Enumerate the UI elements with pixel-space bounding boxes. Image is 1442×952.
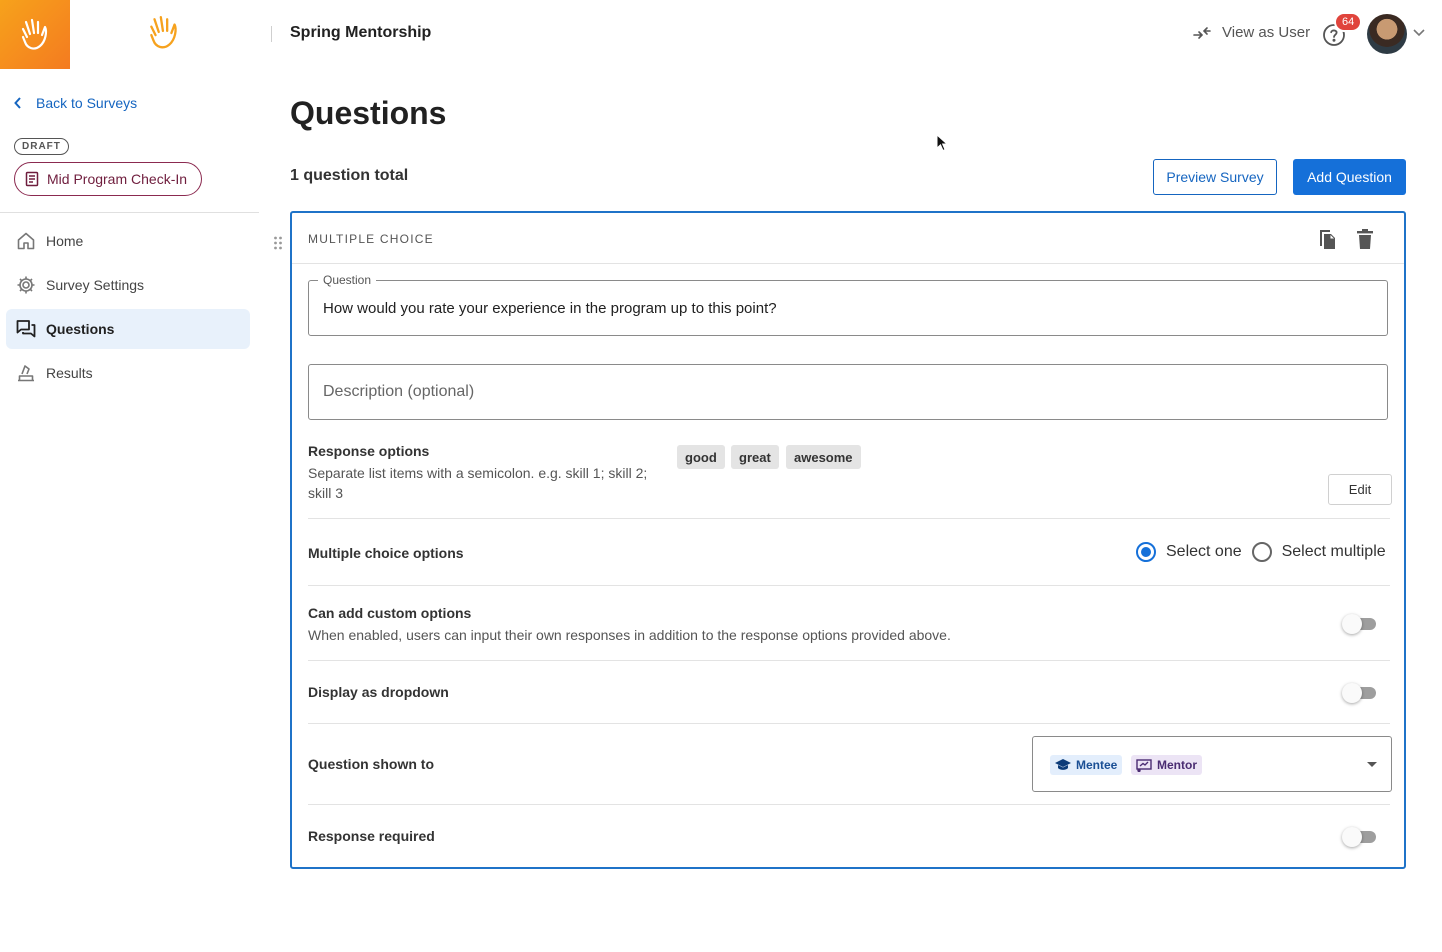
response-option-tag: great	[731, 445, 779, 469]
app-logo-tile[interactable]	[0, 0, 70, 69]
presentation-icon	[1136, 758, 1152, 772]
notification-badge: 64	[1334, 12, 1363, 32]
results-icon	[18, 365, 34, 382]
response-option-tag: awesome	[786, 445, 861, 469]
sidebar-item-label: Survey Settings	[46, 277, 145, 293]
mc-options-title: Multiple choice options	[308, 545, 464, 561]
edit-options-button[interactable]: Edit	[1328, 474, 1392, 505]
sidebar-item-label: Results	[46, 365, 93, 381]
switch-arrows-icon	[1193, 26, 1211, 39]
custom-options-toggle[interactable]	[1342, 614, 1378, 634]
sidebar-item-label: Home	[46, 233, 84, 249]
sidebar-item-survey-settings[interactable]: Survey Settings	[6, 265, 250, 305]
brand-hand-logo	[150, 16, 177, 49]
divider	[308, 660, 1390, 661]
program-name: Spring Mentorship	[290, 24, 432, 41]
custom-options-hint: When enabled, users can input their own …	[308, 627, 951, 643]
question-count: 1 question total	[290, 167, 409, 184]
response-options-hint: Separate list items with a semicolon. e.…	[308, 465, 648, 501]
question-card-header: MULTIPLE CHOICE	[292, 213, 1404, 264]
select-one-radio[interactable]	[1136, 542, 1156, 562]
view-as-user-label: View as User	[1222, 24, 1311, 41]
display-dropdown-title: Display as dropdown	[308, 684, 449, 700]
question-field-label: Question	[318, 273, 377, 287]
status-badge: DRAFT	[14, 138, 69, 155]
divider	[308, 518, 1390, 519]
select-multiple-option[interactable]: Select multiple	[1251, 542, 1386, 562]
role-chip-mentor: Mentor	[1131, 755, 1202, 775]
select-multiple-radio[interactable]	[1251, 542, 1272, 562]
back-to-surveys-link[interactable]: Back to Surveys	[14, 95, 137, 111]
shown-to-title: Question shown to	[308, 756, 434, 772]
shown-to-select[interactable]: Mentee Mentor	[1032, 736, 1392, 792]
copy-icon[interactable]	[1316, 227, 1338, 251]
custom-options-title: Can add custom options	[308, 605, 472, 621]
sidebar-item-home[interactable]: Home	[6, 221, 250, 261]
select-one-label: Select one	[1166, 543, 1242, 560]
selection-mode-radio-group: Select one Select multiple	[1136, 542, 1386, 562]
survey-name: Mid Program Check-In	[47, 171, 188, 187]
drag-handle-icon[interactable]	[273, 236, 283, 250]
select-multiple-label: Select multiple	[1281, 543, 1386, 560]
display-dropdown-toggle[interactable]	[1342, 683, 1378, 703]
page-title: Questions	[290, 95, 447, 131]
preview-survey-button[interactable]: Preview Survey	[1153, 159, 1277, 195]
waving-hand-icon	[21, 18, 48, 50]
select-one-option[interactable]: Select one	[1136, 542, 1242, 562]
add-question-button[interactable]: Add Question	[1293, 159, 1406, 195]
question-text-field[interactable]: Question How would you rate your experie…	[308, 273, 1388, 336]
avatar[interactable]	[1367, 14, 1407, 54]
document-icon	[25, 171, 39, 187]
description-placeholder: Description (optional)	[323, 383, 475, 400]
sidebar-divider	[0, 212, 259, 213]
caret-down-icon[interactable]	[1367, 762, 1377, 767]
description-field[interactable]: Description (optional)	[308, 364, 1388, 420]
view-as-user-button[interactable]: View as User	[1192, 24, 1310, 41]
response-option-tag: good	[677, 445, 725, 469]
chevron-left-icon	[14, 97, 21, 109]
role-chip-label: Mentee	[1076, 758, 1118, 772]
sidebar-item-questions[interactable]: Questions	[6, 309, 250, 349]
header-divider	[271, 26, 272, 42]
question-text-value: How would you rate your experience in th…	[323, 300, 777, 317]
back-label: Back to Surveys	[36, 95, 138, 111]
role-chip-mentee: Mentee	[1050, 755, 1123, 775]
survey-name-pill[interactable]: Mid Program Check-In	[14, 162, 203, 196]
mouse-cursor-icon	[936, 134, 948, 152]
divider	[308, 723, 1390, 724]
question-card: MULTIPLE CHOICE Question How would you r…	[290, 211, 1406, 869]
divider	[308, 804, 1390, 805]
question-type-label: MULTIPLE CHOICE	[308, 232, 434, 246]
questions-icon	[16, 320, 36, 338]
response-options-title: Response options	[308, 443, 430, 459]
home-icon	[17, 232, 35, 250]
sidebar-item-results[interactable]: Results	[6, 353, 250, 393]
role-chip-label: Mentor	[1157, 758, 1197, 772]
response-required-title: Response required	[308, 828, 435, 844]
chevron-down-icon[interactable]	[1412, 28, 1426, 38]
response-required-toggle[interactable]	[1342, 827, 1378, 847]
gear-icon	[17, 276, 35, 294]
sidebar-item-label: Questions	[46, 321, 115, 337]
divider	[308, 585, 1390, 586]
graduation-cap-icon	[1055, 759, 1071, 770]
trash-icon[interactable]	[1356, 228, 1374, 250]
